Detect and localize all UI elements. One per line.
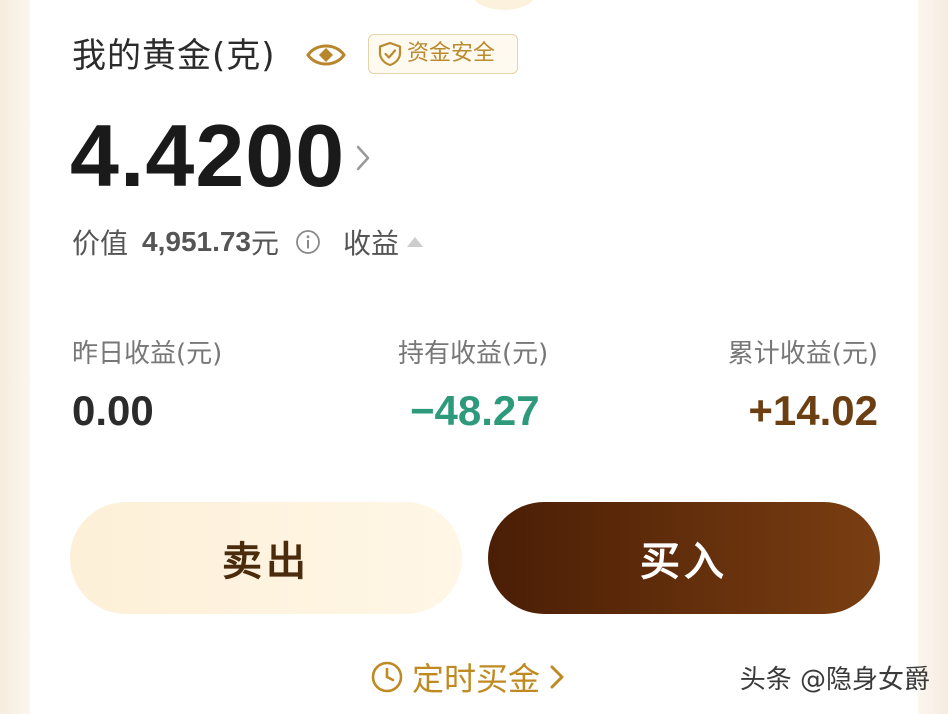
scheduled-buy-link[interactable]: 定时买金 xyxy=(370,654,566,700)
value-label: 价值 xyxy=(72,227,129,260)
scheduled-buy-label: 定时买金 xyxy=(412,660,541,698)
shield-check-icon xyxy=(378,41,402,67)
value-amount: 4,951.73 xyxy=(142,226,252,257)
value-unit: 元 xyxy=(251,227,280,260)
eye-icon[interactable] xyxy=(306,39,346,71)
cumulative-earnings-label: 累计收益(元) xyxy=(727,339,878,369)
chevron-right-icon[interactable] xyxy=(352,142,374,174)
chevron-right-icon xyxy=(550,665,564,689)
holding-earnings-label: 持有收益(元) xyxy=(398,339,549,369)
yesterday-earnings-label: 昨日收益(元) xyxy=(72,339,223,369)
page: 我的黄金(克) 资金安全 4.4200 价值 4,951.73 元 收益 昨日收… xyxy=(0,0,948,714)
clock-icon xyxy=(371,661,403,693)
page-title: 我的黄金(克) xyxy=(72,36,276,76)
gold-holdings-card: 我的黄金(克) 资金安全 4.4200 价值 4,951.73 元 收益 昨日收… xyxy=(30,0,918,714)
top-decoration xyxy=(470,0,538,10)
watermark: 头条 @隐身女爵 xyxy=(739,665,930,695)
cumulative-earnings-value: +14.02 xyxy=(748,387,878,434)
yesterday-earnings-value: 0.00 xyxy=(72,387,154,434)
holding-earnings-value: −48.27 xyxy=(410,387,540,434)
badge-label: 资金安全 xyxy=(407,41,496,66)
triangle-up-icon[interactable] xyxy=(405,235,425,249)
info-icon[interactable] xyxy=(295,229,321,255)
fund-safety-badge[interactable]: 资金安全 xyxy=(368,34,518,74)
sell-button[interactable]: 卖出 xyxy=(70,502,462,614)
earnings-toggle-label[interactable]: 收益 xyxy=(343,222,399,262)
value-row: 价值 4,951.73 元 收益 xyxy=(72,222,425,262)
buy-button[interactable]: 买入 xyxy=(488,502,880,614)
gold-amount[interactable]: 4.4200 xyxy=(70,108,345,204)
